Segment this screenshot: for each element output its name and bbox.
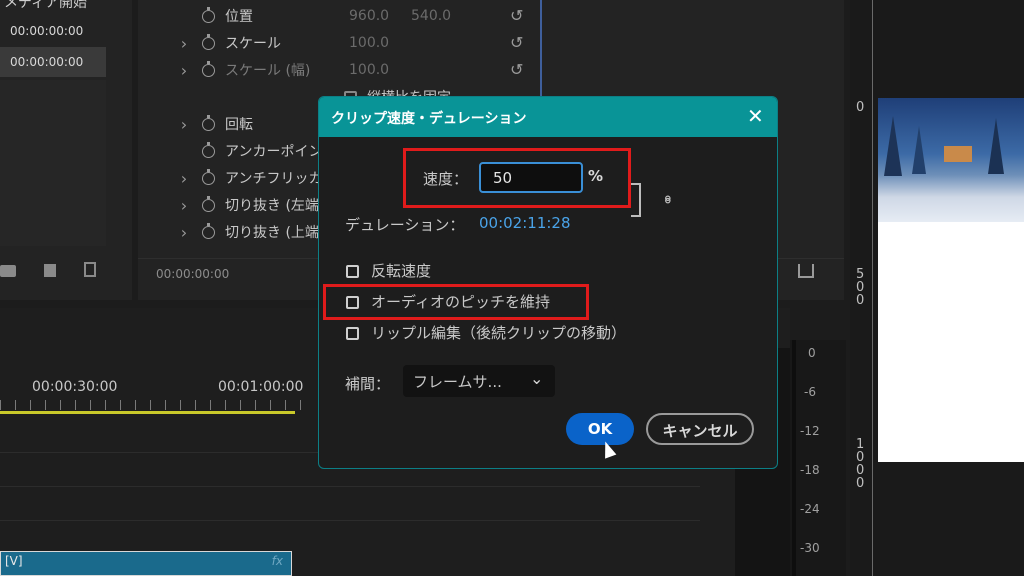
speed-label: 速度：: [423, 170, 469, 188]
duration-value[interactable]: 00:02:11:28: [479, 214, 571, 232]
fx-label: 回転: [225, 117, 253, 133]
media-start-header: メディア開始: [4, 0, 88, 11]
stopwatch-icon[interactable]: [202, 168, 215, 185]
fx-row-position[interactable]: 位置 960.0 540.0: [154, 3, 834, 29]
audio-meter: 0 -6 -12 -18 -24 -30: [790, 340, 846, 576]
interpolation-select[interactable]: フレームサ... ⌄: [403, 365, 555, 397]
fx-row-scale[interactable]: › スケール 100.0: [154, 30, 834, 56]
speed-unit: %: [588, 167, 604, 185]
fx-label: 切り抜き (上端): [225, 225, 325, 241]
cancel-button[interactable]: キャンセル: [646, 413, 754, 445]
house-shape: [944, 146, 972, 162]
fx-label: スケール (幅): [225, 63, 311, 79]
meter-label: -24: [800, 502, 820, 516]
winter-scene-image: [878, 98, 1024, 222]
meter-label: 0: [808, 346, 816, 360]
work-area-bar[interactable]: [0, 411, 295, 414]
chevron-down-icon: ⌄: [530, 369, 544, 388]
time-cell-selected[interactable]: 00:00:00:00: [0, 47, 106, 77]
interpolation-value: フレームサ...: [413, 373, 502, 391]
media-list: [0, 80, 106, 246]
meter-label: -30: [800, 541, 820, 555]
ripple-edit-label: リップル編集（後続クリップの移動）: [371, 324, 627, 342]
stopwatch-icon[interactable]: [202, 141, 215, 158]
chevron-right-icon[interactable]: ›: [176, 34, 192, 53]
ruler-label: 1000: [856, 437, 865, 491]
meter-label: -12: [800, 424, 820, 438]
duration-label: デュレーション：: [345, 216, 465, 234]
ruler-line: [872, 0, 873, 576]
ok-button[interactable]: OK: [566, 413, 634, 445]
interpolation-label: 補間：: [345, 375, 391, 393]
stopwatch-icon[interactable]: [202, 33, 215, 50]
maintain-pitch-checkbox[interactable]: [346, 296, 359, 309]
clip-label: [V]: [5, 554, 23, 568]
trash-icon[interactable]: [84, 262, 96, 277]
tree-shape: [988, 118, 1004, 174]
stopwatch-icon[interactable]: [202, 60, 215, 77]
fx-label: 位置: [225, 9, 253, 25]
program-canvas[interactable]: [878, 98, 1024, 462]
track-divider: [0, 486, 700, 487]
ruler-label: 500: [856, 267, 865, 308]
fx-value[interactable]: 100.0: [349, 62, 389, 78]
time-ruler[interactable]: [0, 400, 310, 410]
dialog-header: クリップ速度・デュレーション ✕: [319, 97, 777, 137]
chain-link-icon[interactable]: ⚭: [658, 193, 677, 206]
speed-input[interactable]: 50: [479, 162, 583, 193]
fx-label: スケール: [225, 36, 281, 52]
stopwatch-icon[interactable]: [202, 114, 215, 131]
meter-bar: [792, 340, 796, 576]
chevron-right-icon[interactable]: ›: [176, 61, 192, 80]
fx-badge: fx: [271, 554, 283, 568]
ruler-label: 00:00:30:00: [32, 379, 118, 395]
clip-speed-dialog: クリップ速度・デュレーション ✕ 速度： 50 % ⚭ デュレーション： 00:…: [318, 96, 778, 469]
meter-label: -18: [800, 463, 820, 477]
ripple-edit-checkbox[interactable]: [346, 327, 359, 340]
link-bracket: [631, 183, 641, 217]
ruler-label: 00:01:00:00: [218, 379, 304, 395]
program-monitor: 0 500 1000: [850, 0, 1024, 576]
stopwatch-icon[interactable]: [202, 195, 215, 212]
folder-icon[interactable]: [0, 265, 16, 277]
fx-footer-time[interactable]: 00:00:00:00: [156, 267, 229, 281]
cancel-label: キャンセル: [662, 422, 738, 440]
speed-value: 50: [493, 169, 513, 187]
ruler-label: 0: [856, 100, 865, 115]
fx-label: 切り抜き (左端): [225, 198, 325, 214]
chevron-right-icon[interactable]: ›: [176, 223, 192, 242]
track-divider: [0, 520, 700, 521]
fx-value[interactable]: 960.0: [349, 8, 397, 24]
reverse-speed-checkbox[interactable]: [346, 265, 359, 278]
reset-icon[interactable]: ↺: [510, 33, 523, 52]
time-cell[interactable]: 00:00:00:00: [0, 16, 106, 46]
reset-icon[interactable]: ↺: [510, 6, 523, 25]
meter-label: -6: [804, 385, 816, 399]
stopwatch-icon[interactable]: [202, 6, 215, 23]
fx-value2[interactable]: 540.0: [411, 8, 451, 24]
new-item-icon[interactable]: [44, 264, 56, 277]
reset-icon[interactable]: ↺: [510, 60, 523, 79]
ok-label: OK: [587, 420, 613, 438]
video-clip[interactable]: [V] fx: [0, 551, 292, 576]
chevron-right-icon[interactable]: ›: [176, 196, 192, 215]
source-panel: メディア開始 00:00:00:00 00:00:00:00: [0, 0, 132, 300]
export-frame-icon[interactable]: [798, 264, 814, 278]
tree-shape: [884, 116, 902, 176]
fx-row-scale-width[interactable]: › スケール (幅) 100.0: [154, 57, 834, 83]
chevron-right-icon[interactable]: ›: [176, 169, 192, 188]
reverse-speed-label: 反転速度: [371, 262, 432, 280]
tree-shape: [912, 126, 926, 174]
maintain-pitch-label: オーディオのピッチを維持: [371, 293, 550, 311]
close-icon[interactable]: ✕: [747, 104, 764, 128]
dialog-title: クリップ速度・デュレーション: [331, 111, 527, 127]
chevron-right-icon[interactable]: ›: [176, 115, 192, 134]
fx-value[interactable]: 100.0: [349, 35, 389, 51]
stopwatch-icon[interactable]: [202, 222, 215, 239]
